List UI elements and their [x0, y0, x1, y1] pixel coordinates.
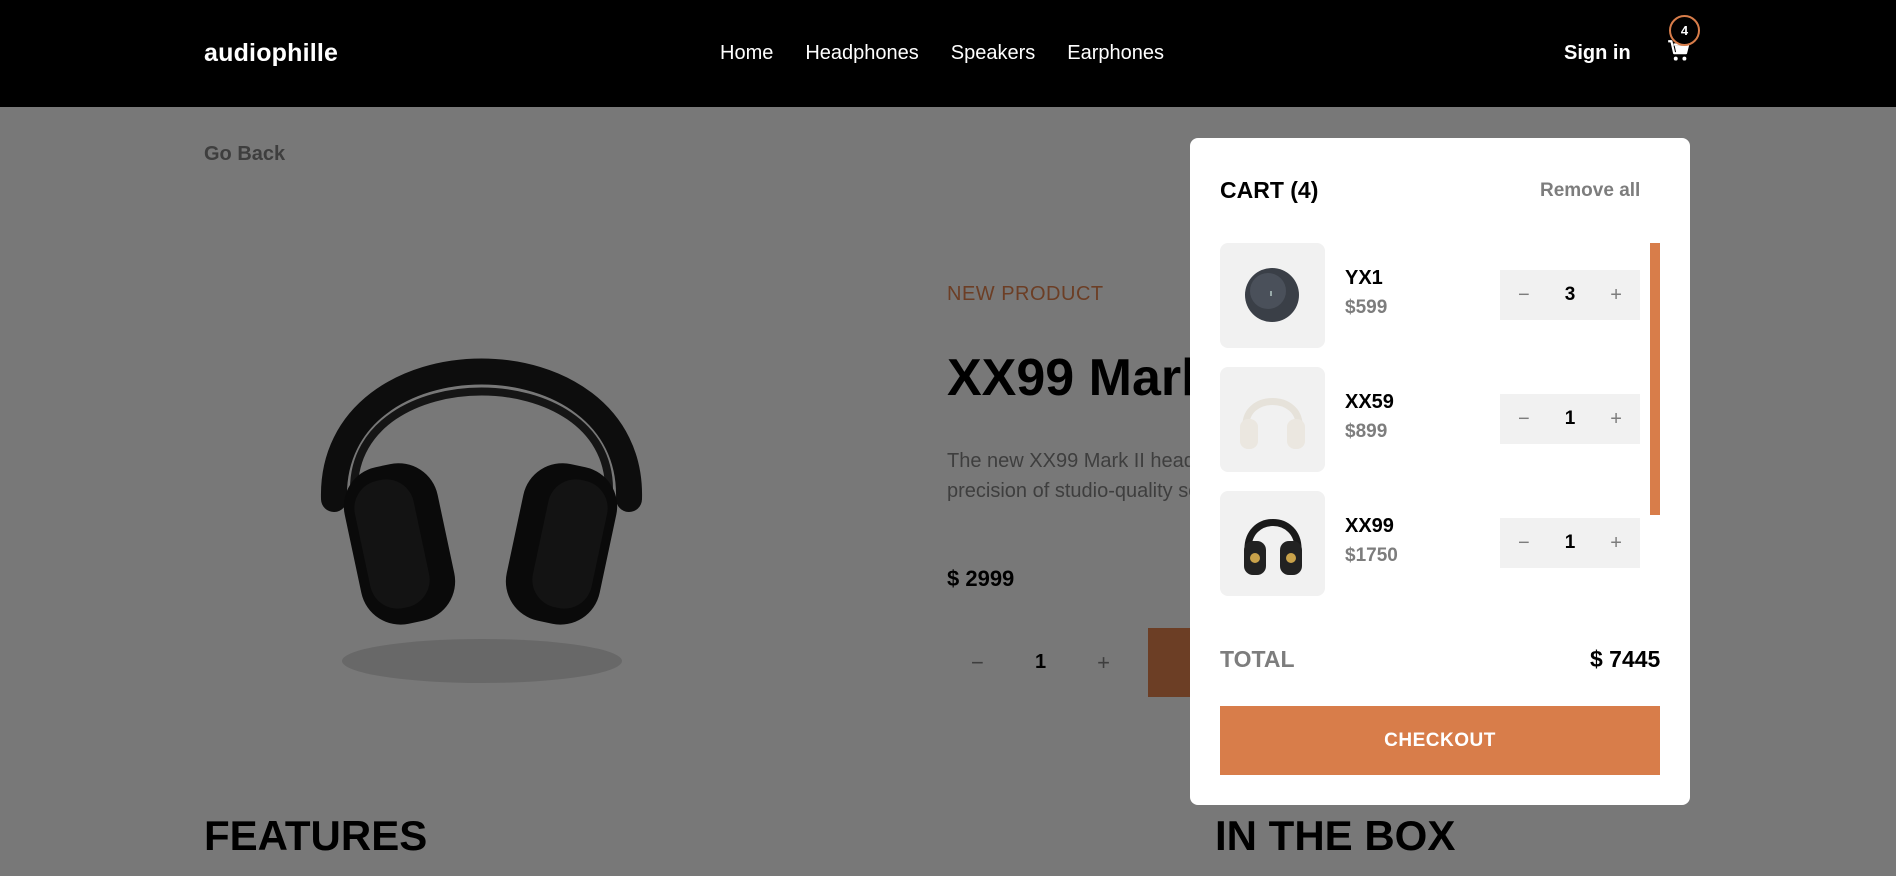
- logo[interactable]: audiophille: [204, 39, 338, 68]
- cart-item-list[interactable]: YX1 $599 − 3 + XX59 $899 − 1 + XX99 $175…: [1220, 243, 1660, 596]
- cart-item-quantity: 1: [1564, 532, 1576, 553]
- total-value: $ 7445: [1590, 646, 1661, 672]
- total-label: TOTAL: [1220, 646, 1295, 672]
- cart-item-name: YX1: [1345, 267, 1383, 289]
- site-header: audiophille Home Headphones Speakers Ear…: [0, 0, 1896, 107]
- cart-item: XX59 $899 − 1 +: [1220, 367, 1640, 472]
- cart-item: XX99 $1750 − 1 +: [1220, 491, 1640, 596]
- cart-scrollbar[interactable]: [1650, 243, 1660, 515]
- cart-item: YX1 $599 − 3 +: [1220, 243, 1640, 348]
- main-nav: Home Headphones Speakers Earphones: [720, 42, 1164, 65]
- increase-quantity-button[interactable]: +: [1610, 408, 1622, 431]
- cart-item-price: $1750: [1345, 545, 1398, 566]
- cart-item-quantity: 1: [1564, 408, 1576, 429]
- cart-item-name: XX59: [1345, 391, 1394, 413]
- increase-quantity-button[interactable]: +: [1610, 532, 1622, 555]
- nav-home[interactable]: Home: [720, 42, 773, 65]
- cart-item-quantity-stepper: − 1 +: [1500, 518, 1640, 568]
- cart-item-quantity: 3: [1564, 284, 1576, 305]
- cart-item-thumbnail: [1220, 367, 1325, 472]
- earphones-image: [1245, 268, 1299, 322]
- remove-all-button[interactable]: Remove all: [1540, 180, 1640, 202]
- cart-count-badge: 4: [1669, 15, 1700, 46]
- cart-item-thumbnail: [1220, 491, 1325, 596]
- cart-item-price: $899: [1345, 421, 1388, 442]
- cart-modal: CART (4) Remove all YX1 $599 − 3 + XX59 …: [1190, 138, 1690, 805]
- white-headphones-image: [1240, 398, 1305, 449]
- cart-item-thumbnail: [1220, 243, 1325, 348]
- cart-item-name: XX99: [1345, 515, 1394, 537]
- nav-headphones[interactable]: Headphones: [805, 42, 918, 65]
- cart-item-quantity-stepper: − 1 +: [1500, 394, 1640, 444]
- increase-quantity-button[interactable]: +: [1610, 284, 1622, 307]
- checkout-button[interactable]: CHECKOUT: [1220, 706, 1660, 775]
- cart-item-price: $599: [1345, 297, 1388, 318]
- cart-title: CART (4): [1220, 177, 1319, 203]
- nav-earphones[interactable]: Earphones: [1067, 42, 1164, 65]
- decrease-quantity-button[interactable]: −: [1518, 284, 1530, 307]
- sign-in-link[interactable]: Sign in: [1564, 42, 1631, 65]
- nav-speakers[interactable]: Speakers: [951, 42, 1036, 65]
- decrease-quantity-button[interactable]: −: [1518, 532, 1530, 555]
- decrease-quantity-button[interactable]: −: [1518, 408, 1530, 431]
- cart-item-quantity-stepper: − 3 +: [1500, 270, 1640, 320]
- black-headphones-image: [1244, 519, 1302, 575]
